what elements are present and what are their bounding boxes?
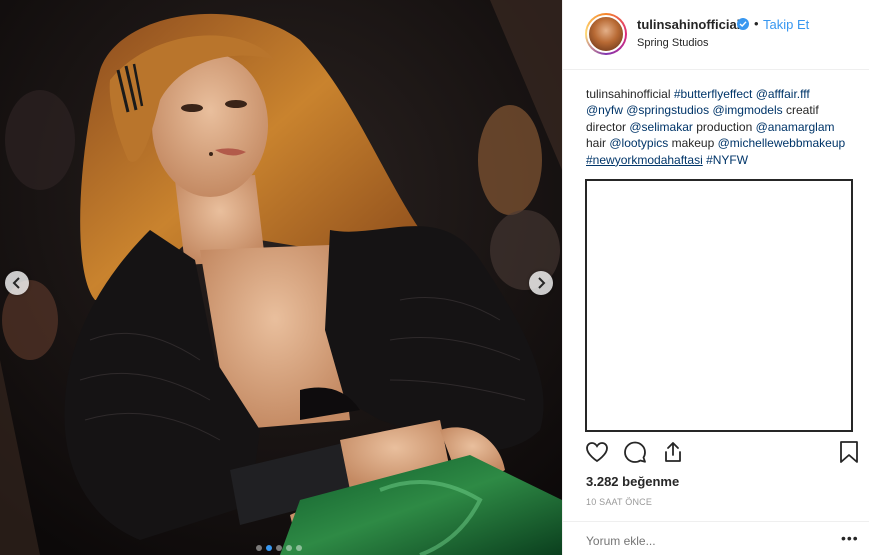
carousel-dot-active (266, 545, 272, 551)
carousel-next-button[interactable] (529, 271, 553, 295)
share-button[interactable] (661, 440, 685, 469)
verified-badge-icon (737, 18, 749, 30)
mention-link[interactable]: @springstudios (626, 103, 709, 117)
post-caption: tulinsahinofficial #butterflyeffect @aff… (586, 86, 848, 168)
comment-button[interactable] (623, 440, 647, 469)
like-button[interactable] (585, 440, 609, 469)
mention-link[interactable]: @afffair.fff (756, 87, 810, 101)
action-bar (563, 438, 869, 470)
hashtag-link[interactable]: #butterflyeffect (674, 87, 753, 101)
heart-icon (586, 442, 608, 463)
comment-row: ••• (563, 521, 869, 555)
post-photo[interactable] (0, 0, 562, 555)
follow-button[interactable]: Takip Et (763, 17, 809, 32)
hashtag-link[interactable]: #newyorkmodahaftasi (586, 153, 703, 167)
more-options-button[interactable]: ••• (841, 530, 859, 546)
mention-link[interactable]: @anamarglam (756, 120, 835, 134)
carousel-dot (276, 545, 282, 551)
chevron-right-icon (538, 277, 546, 289)
caption-text: makeup (671, 136, 715, 151)
post-timestamp: 10 SAAT ÖNCE (586, 497, 653, 507)
mention-link[interactable]: @michellewebbmakeup (718, 136, 846, 150)
carousel-indicator (256, 545, 302, 551)
blank-overlay-box (585, 179, 853, 432)
avatar[interactable] (585, 13, 627, 55)
post-header: tulinsahinofficial • Takip Et Spring Stu… (563, 0, 869, 70)
comment-bubble-icon (624, 441, 646, 463)
mention-link[interactable]: @imgmodels (712, 103, 782, 117)
share-icon (665, 442, 681, 462)
post-image (0, 0, 562, 555)
caption-text: hair (586, 136, 607, 151)
caption-text: production (696, 119, 753, 134)
comment-input[interactable] (586, 534, 806, 548)
mention-link[interactable]: @nyfw (586, 103, 623, 117)
carousel-dot (256, 545, 262, 551)
like-count[interactable]: 3.282 beğenme (586, 474, 679, 489)
bookmark-icon (840, 441, 858, 463)
chevron-left-icon (12, 277, 20, 289)
hashtag-link[interactable]: #NYFW (706, 153, 748, 167)
carousel-dot (286, 545, 292, 551)
mention-link[interactable]: @selimakar (629, 120, 693, 134)
header-username[interactable]: tulinsahinofficial (637, 17, 740, 32)
mention-link[interactable]: @lootypics (609, 136, 668, 150)
carousel-dot (296, 545, 302, 551)
save-button[interactable] (838, 440, 860, 469)
separator-dot: • (754, 16, 759, 31)
location-link[interactable]: Spring Studios (637, 37, 709, 49)
caption-username[interactable]: tulinsahinofficial (586, 87, 671, 101)
carousel-prev-button[interactable] (5, 271, 29, 295)
